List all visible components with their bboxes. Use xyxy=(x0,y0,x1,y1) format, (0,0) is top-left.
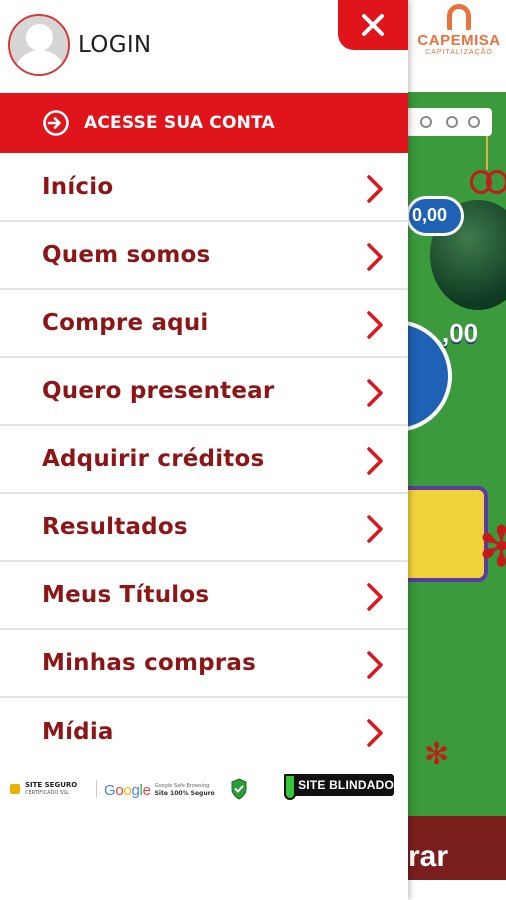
menu-item-label: Início xyxy=(42,174,114,200)
chevron-right-icon xyxy=(367,583,383,611)
menu-item-inicio[interactable]: Início xyxy=(0,154,408,222)
brand-subtitle: CAPITALIZAÇÃO xyxy=(425,49,493,56)
background-icon-strip xyxy=(406,108,492,136)
google-logo: Google xyxy=(104,781,151,799)
menu-item-midia[interactable]: Mídia xyxy=(0,698,408,766)
site-blindado-badge[interactable]: SITE BLINDADO xyxy=(284,774,394,800)
background-bottom-white xyxy=(406,880,506,900)
site-seguro-text: SITE SEGURO CERTIFICADO SSL xyxy=(25,781,77,797)
menu-item-label: Quem somos xyxy=(42,242,211,268)
security-badges: SITE SEGURO CERTIFICADO SSL Google Googl… xyxy=(0,772,408,806)
menu-item-adquirir-creditos[interactable]: Adquirir créditos xyxy=(0,426,408,494)
snowflake-icon: ✻ xyxy=(424,737,450,772)
chevron-right-icon xyxy=(367,243,383,271)
menu-item-label: Minhas compras xyxy=(42,650,256,676)
menu-item-label: Resultados xyxy=(42,514,188,540)
chevron-right-icon xyxy=(367,719,383,747)
background-button-text[interactable]: rar xyxy=(408,840,448,874)
brand-logo: CAPEMISA CAPITALIZAÇÃO xyxy=(412,4,506,66)
menu-item-resultados[interactable]: Resultados xyxy=(0,494,408,562)
chevron-right-icon xyxy=(367,447,383,475)
banner-letters xyxy=(404,486,488,582)
chevron-right-icon xyxy=(367,175,383,203)
site-seguro-sublabel: CERTIFICADO SSL xyxy=(25,790,70,796)
chevron-right-icon xyxy=(367,515,383,543)
prize-badge-large-text: ,00 xyxy=(442,318,479,348)
menu-item-quero-presentear[interactable]: Quero presentear xyxy=(0,358,408,426)
google-safe-browsing-badge[interactable]: Google Google Safe Browsing Site 100% Se… xyxy=(104,778,215,802)
site-blindado-label: SITE BLINDADO xyxy=(298,778,394,792)
ornament-bow-icon xyxy=(470,166,506,196)
shield-check-icon xyxy=(231,778,247,800)
login-icon xyxy=(43,110,69,136)
prize-badge-small-text: 0,00 xyxy=(412,205,448,225)
google-badge-text: Google Safe Browsing Site 100% Seguro xyxy=(155,782,215,798)
avatar-head xyxy=(26,24,53,51)
menu-item-label: Meus Títulos xyxy=(42,582,210,608)
account-access-label: ACESSE SUA CONTA xyxy=(84,113,275,133)
snowflake-icon: ✻ xyxy=(478,515,506,580)
brand-name: CAPEMISA xyxy=(417,32,501,49)
lock-icon xyxy=(10,784,20,794)
menu-item-quem-somos[interactable]: Quem somos xyxy=(0,222,408,290)
menu-item-minhas-compras[interactable]: Minhas compras xyxy=(0,630,408,698)
site-blindado-shield-icon xyxy=(284,774,297,800)
close-icon xyxy=(362,14,384,36)
menu-item-compre-aqui[interactable]: Compre aqui xyxy=(0,290,408,358)
chevron-right-icon xyxy=(367,311,383,339)
close-button[interactable] xyxy=(338,0,408,50)
menu-item-label: Quero presentear xyxy=(42,378,275,404)
account-access-button[interactable]: ACESSE SUA CONTA xyxy=(0,93,408,153)
chevron-right-icon xyxy=(367,379,383,407)
brand-mark-icon xyxy=(447,4,471,30)
site-seguro-label: SITE SEGURO xyxy=(25,781,78,789)
navigation-drawer: LOGIN ACESSE SUA CONTA Início Quem somos… xyxy=(0,0,408,900)
ornament-string xyxy=(486,136,488,170)
menu-item-label: Compre aqui xyxy=(42,310,209,336)
avatar-body xyxy=(14,50,66,74)
chevron-right-icon xyxy=(367,651,383,679)
strip-icon xyxy=(420,116,432,128)
menu-item-label: Adquirir créditos xyxy=(42,446,265,472)
site-seguro-badge[interactable]: SITE SEGURO CERTIFICADO SSL xyxy=(10,778,77,800)
menu-list: Início Quem somos Compre aqui Quero pres… xyxy=(0,154,408,766)
badge-divider xyxy=(96,780,97,798)
strip-icon xyxy=(468,116,480,128)
menu-item-meus-titulos[interactable]: Meus Títulos xyxy=(0,562,408,630)
strip-icon xyxy=(446,116,458,128)
google-badge-line1: Google Safe Browsing xyxy=(154,783,210,789)
avatar[interactable] xyxy=(8,14,70,76)
google-badge-line2: Site 100% Seguro xyxy=(154,790,215,797)
login-label[interactable]: LOGIN xyxy=(78,32,151,58)
menu-item-label: Mídia xyxy=(42,719,114,745)
